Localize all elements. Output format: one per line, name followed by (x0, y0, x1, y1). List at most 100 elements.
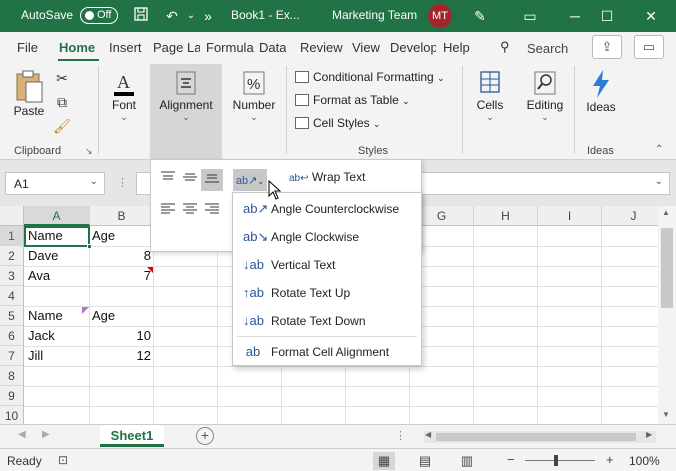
ribbon-display-icon[interactable]: ▭ (520, 6, 540, 26)
maximize-button[interactable]: ☐ (590, 0, 624, 32)
tab-review[interactable]: Review (300, 40, 343, 55)
bottom-align-icon[interactable] (201, 169, 223, 191)
column-header[interactable]: H (474, 206, 538, 226)
align-left-icon[interactable] (157, 201, 179, 223)
zoom-level[interactable]: 100% (629, 454, 660, 468)
menu-item-rotate-text-up[interactable]: ↑ab Rotate Text Up (233, 280, 421, 306)
share-button[interactable]: ⇪ (592, 35, 622, 59)
vertical-scrollbar[interactable]: ▲ ▼ (658, 206, 676, 424)
tab-developer[interactable]: Develop (390, 40, 436, 55)
normal-view-icon[interactable]: ▦ (373, 452, 395, 470)
cell-b3[interactable]: 7 (90, 266, 154, 286)
menu-item-angle-clockwise[interactable]: ab↘ Angle Clockwise (233, 224, 421, 250)
cell-a3[interactable]: Ava (25, 266, 53, 286)
font-button[interactable]: A Font ⌄ (106, 68, 142, 123)
name-box[interactable]: A1 ⌄ (5, 172, 105, 195)
row-header[interactable]: 5 (0, 306, 24, 326)
menu-item-angle-counterclockwise[interactable]: ab↗ Angle Counterclockwise (233, 196, 421, 222)
format-painter-icon[interactable]: 🖌 (52, 116, 72, 136)
cell-b1[interactable]: Age (89, 226, 118, 246)
zoom-in-icon[interactable]: + (606, 452, 614, 467)
copy-icon[interactable]: ⧉ (52, 92, 72, 112)
orientation-button[interactable]: ab↗⌄ (233, 169, 267, 191)
tab-help[interactable]: Help (443, 40, 470, 55)
autosave-toggle[interactable]: Off (80, 7, 118, 24)
scroll-up-icon[interactable]: ▲ (662, 208, 670, 217)
paste-button[interactable]: Paste (12, 68, 46, 118)
column-header[interactable]: J (602, 206, 658, 226)
ideas-button[interactable]: Ideas (582, 68, 620, 114)
avatar[interactable]: MT (428, 4, 452, 28)
menu-item-format-cell-alignment[interactable]: ab Format Cell Alignment (233, 339, 421, 365)
tab-home[interactable]: Home (59, 40, 95, 55)
note-indicator[interactable] (82, 307, 89, 314)
tab-file[interactable]: File (17, 40, 38, 55)
cells-button[interactable]: Cells ⌄ (470, 68, 510, 123)
column-header[interactable]: B (90, 206, 154, 226)
tab-view[interactable]: View (352, 40, 380, 55)
row-header[interactable]: 1 (0, 226, 24, 246)
accessibility-icon[interactable]: ⊡ (58, 453, 68, 467)
more-commands-icon[interactable]: » (198, 6, 218, 26)
number-button[interactable]: % Number ⌄ (230, 68, 278, 123)
close-button[interactable]: ✕ (634, 0, 668, 32)
tab-data[interactable]: Data (259, 40, 286, 55)
zoom-slider-thumb[interactable] (554, 455, 558, 466)
scroll-right-icon[interactable]: ▶ (646, 430, 652, 439)
search-label[interactable]: Search (527, 41, 568, 56)
dialog-launcher-icon[interactable]: ↘ (85, 146, 93, 157)
alignment-group[interactable]: Alignment ⌄ (152, 68, 220, 123)
row-header[interactable]: 2 (0, 246, 24, 266)
minimize-button[interactable]: ─ (558, 0, 592, 32)
cell-a5[interactable]: Name (25, 306, 66, 326)
menu-item-vertical-text[interactable]: ↓ab Vertical Text (233, 252, 421, 278)
align-right-icon[interactable] (201, 201, 223, 223)
row-header[interactable]: 4 (0, 286, 24, 306)
format-as-table-button[interactable]: Format as Table ⌄ (295, 93, 410, 107)
horizontal-scroll-thumb[interactable] (436, 433, 636, 441)
horizontal-scrollbar[interactable]: ◀ ▶ (424, 430, 656, 443)
chevron-down-icon[interactable]: ⌄ (90, 176, 98, 187)
save-icon[interactable] (131, 6, 151, 26)
cell-b6[interactable]: 10 (90, 326, 154, 346)
tab-formulas[interactable]: Formula (206, 40, 254, 55)
scroll-left-icon[interactable]: ◀ (425, 430, 431, 439)
expand-formula-bar-icon[interactable]: ⌄ (655, 176, 663, 187)
add-sheet-icon[interactable]: + (196, 427, 214, 445)
tab-insert[interactable]: Insert (109, 40, 142, 55)
page-layout-view-icon[interactable]: ▤ (414, 452, 436, 470)
wrap-text-button[interactable]: ab↩ Wrap Text (289, 170, 365, 184)
cell-a7[interactable]: Jill (25, 346, 46, 366)
prev-sheet-icon[interactable]: ◀ (18, 429, 26, 440)
tab-splitter-icon[interactable]: ⋮ (395, 429, 406, 442)
menu-item-rotate-text-down[interactable]: ↓ab Rotate Text Down (233, 308, 421, 334)
row-header[interactable]: 6 (0, 326, 24, 346)
column-header[interactable]: A (24, 206, 90, 226)
cell-styles-button[interactable]: Cell Styles ⌄ (295, 116, 381, 130)
column-header[interactable]: I (538, 206, 602, 226)
cell-b5[interactable]: Age (89, 306, 118, 326)
row-header[interactable]: 8 (0, 366, 24, 386)
top-align-icon[interactable] (157, 169, 179, 191)
align-center-icon[interactable] (179, 201, 201, 223)
cell-a2[interactable]: Dave (25, 246, 61, 266)
middle-align-icon[interactable] (179, 169, 201, 191)
cell-a6[interactable]: Jack (25, 326, 58, 346)
next-sheet-icon[interactable]: ▶ (42, 429, 50, 440)
row-header[interactable]: 9 (0, 386, 24, 406)
undo-icon[interactable]: ↶ (162, 6, 182, 26)
row-header[interactable]: 3 (0, 266, 24, 286)
comments-button[interactable]: ▭ (634, 35, 664, 59)
search-icon[interactable]: ⚲ (500, 39, 510, 55)
page-break-view-icon[interactable]: ▥ (456, 452, 478, 470)
name-box-resize-handle[interactable]: ⋮ (117, 176, 128, 189)
pen-icon[interactable]: ✎ (470, 6, 490, 26)
vertical-scroll-thumb[interactable] (661, 228, 673, 308)
collapse-ribbon-icon[interactable]: ⌃ (655, 144, 663, 155)
editing-button[interactable]: Editing ⌄ (522, 68, 568, 123)
scroll-down-icon[interactable]: ▼ (662, 410, 670, 419)
cell-b2[interactable]: 8 (90, 246, 154, 266)
fill-handle[interactable] (87, 244, 92, 249)
conditional-formatting-button[interactable]: Conditional Formatting ⌄ (295, 70, 445, 84)
cell-b7[interactable]: 12 (90, 346, 154, 366)
